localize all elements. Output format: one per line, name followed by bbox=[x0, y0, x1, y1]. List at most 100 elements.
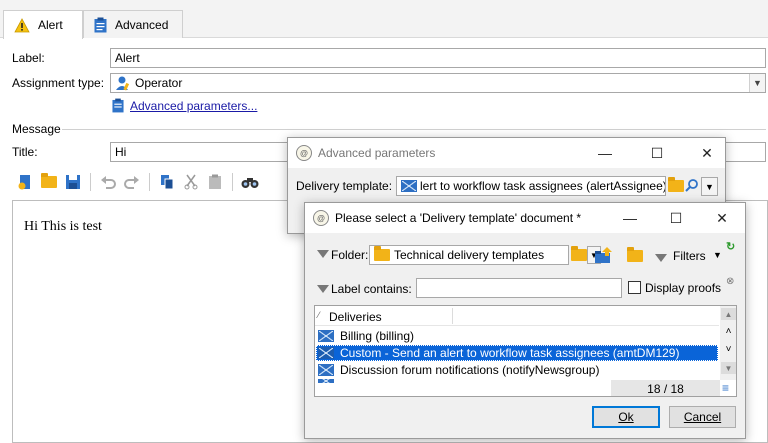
message-body-text: Hi This is test bbox=[24, 219, 102, 234]
message-section-label: Message bbox=[12, 122, 61, 136]
refresh-icon[interactable]: ↻ bbox=[726, 240, 735, 253]
folder-open-icon[interactable] bbox=[627, 247, 643, 265]
select-template-dialog: @ Please select a 'Delivery template' do… bbox=[304, 202, 746, 439]
filter-icon bbox=[655, 251, 667, 265]
folder-browse-icon[interactable] bbox=[571, 246, 587, 264]
chevron-down-icon[interactable]: ▼ bbox=[701, 177, 718, 196]
cancel-button[interactable]: Cancel bbox=[669, 406, 736, 428]
folder-label: Folder: bbox=[331, 248, 369, 262]
label-contains-label: Label contains: bbox=[331, 282, 412, 296]
clear-icon[interactable]: ⊗ bbox=[726, 276, 734, 287]
scroll-bottom-icon[interactable]: ▼ bbox=[721, 362, 736, 374]
list-menu-icon[interactable]: ≡ bbox=[722, 382, 729, 394]
ok-button-label: Ok bbox=[618, 410, 634, 424]
tab-advanced[interactable]: Advanced bbox=[83, 10, 183, 38]
toolbar-separator bbox=[149, 173, 150, 191]
cancel-button-label: Cancel bbox=[683, 410, 722, 424]
maximize-icon[interactable]: ☐ bbox=[659, 203, 693, 233]
cut-icon[interactable] bbox=[180, 171, 202, 193]
scroll-down-icon[interactable]: ˅ bbox=[720, 342, 736, 356]
display-proofs-label: Display proofs bbox=[645, 281, 722, 295]
folder-select-value: Technical delivery templates bbox=[394, 248, 545, 262]
label-input-value: Alert bbox=[115, 51, 140, 65]
operator-icon bbox=[116, 76, 130, 91]
mail-icon bbox=[318, 347, 334, 359]
search-icon[interactable] bbox=[685, 178, 699, 195]
close-icon[interactable]: ✕ bbox=[690, 138, 724, 168]
list-item-label: Discussion forum notifications (notifyNe… bbox=[340, 363, 600, 377]
sort-icon[interactable]: ⁄ bbox=[318, 310, 320, 320]
scroll-top-icon[interactable]: ▲ bbox=[721, 308, 736, 320]
ok-button[interactable]: Ok bbox=[592, 406, 660, 428]
advanced-parameters-title: Advanced parameters bbox=[318, 146, 436, 160]
mail-icon bbox=[318, 379, 334, 383]
advanced-parameters-link[interactable]: Advanced parameters... bbox=[130, 99, 257, 113]
clipboard-icon bbox=[94, 17, 107, 32]
close-icon[interactable]: ✕ bbox=[705, 203, 739, 233]
list-item[interactable]: Discussion forum notifications (notifyNe… bbox=[316, 362, 716, 378]
mail-icon bbox=[318, 330, 334, 342]
open-folder-icon[interactable] bbox=[38, 171, 60, 193]
new-document-icon[interactable] bbox=[14, 171, 36, 193]
paste-icon[interactable] bbox=[204, 171, 226, 193]
clipboard-icon bbox=[112, 98, 124, 113]
chevron-down-icon[interactable]: ▼ bbox=[713, 250, 722, 260]
advanced-parameters-titlebar: @ Advanced parameters — ☐ ✕ bbox=[288, 138, 725, 168]
list-item-selected[interactable]: Custom - Send an alert to workflow task … bbox=[316, 345, 718, 361]
record-count: 18 / 18 bbox=[611, 380, 720, 396]
tab-alert[interactable]: Alert bbox=[3, 10, 83, 39]
deliveries-list: ⁄ Deliveries Billing (billing) Custom - … bbox=[314, 305, 737, 397]
undo-icon[interactable] bbox=[97, 171, 119, 193]
tab-alert-label: Alert bbox=[38, 18, 63, 32]
vertical-scrollbar[interactable]: ▲ ˄ ˅ ▼ bbox=[720, 306, 736, 380]
filter-icon bbox=[317, 247, 329, 261]
title-input-value: Hi bbox=[115, 145, 127, 159]
record-count-value: 18 / 18 bbox=[647, 381, 684, 396]
label-field-label: Label: bbox=[12, 51, 45, 65]
filter-icon bbox=[317, 282, 329, 296]
list-item[interactable]: Billing (billing) bbox=[316, 328, 716, 344]
scroll-up-icon[interactable]: ˄ bbox=[720, 324, 736, 338]
delivery-template-input[interactable]: lert to workflow task assignees (alertAs… bbox=[396, 176, 666, 196]
maximize-icon[interactable]: ☐ bbox=[640, 138, 674, 168]
app-logo-icon: @ bbox=[313, 210, 329, 226]
editor-toolbar bbox=[14, 170, 261, 194]
copy-icon[interactable] bbox=[156, 171, 178, 193]
label-input[interactable]: Alert bbox=[110, 48, 766, 68]
list-item-label: Custom - Send an alert to workflow task … bbox=[340, 346, 680, 360]
delivery-template-label: Delivery template: bbox=[296, 179, 393, 193]
chevron-down-icon[interactable]: ▼ bbox=[749, 74, 765, 92]
folder-select[interactable]: Technical delivery templates bbox=[369, 245, 569, 265]
label-contains-input[interactable] bbox=[416, 278, 622, 298]
assignment-type-value: Operator bbox=[135, 76, 183, 90]
folder-up-icon[interactable] bbox=[595, 247, 613, 268]
advanced-parameters-link-wrap: Advanced parameters... bbox=[112, 98, 257, 113]
folder-icon[interactable] bbox=[668, 177, 684, 195]
assignment-type-select[interactable]: Operator ▼ bbox=[110, 73, 766, 93]
tab-advanced-label: Advanced bbox=[115, 17, 169, 32]
select-template-titlebar: @ Please select a 'Delivery template' do… bbox=[305, 203, 745, 233]
delivery-template-value: lert to workflow task assignees (alertAs… bbox=[420, 179, 666, 193]
toolbar-separator bbox=[232, 173, 233, 191]
minimize-icon[interactable]: — bbox=[588, 138, 622, 168]
redo-icon[interactable] bbox=[121, 171, 143, 193]
folder-icon bbox=[374, 246, 390, 261]
mail-icon bbox=[318, 364, 334, 376]
warning-icon bbox=[14, 17, 30, 32]
binoculars-icon[interactable] bbox=[239, 171, 261, 193]
message-divider bbox=[62, 129, 766, 130]
list-header: ⁄ Deliveries bbox=[315, 306, 719, 326]
select-template-title: Please select a 'Delivery template' docu… bbox=[335, 211, 582, 225]
display-proofs-checkbox[interactable] bbox=[628, 281, 641, 294]
minimize-icon[interactable]: — bbox=[613, 203, 647, 233]
save-icon[interactable] bbox=[62, 171, 84, 193]
title-field-label: Title: bbox=[12, 145, 38, 159]
mail-icon bbox=[401, 180, 417, 192]
deliveries-column-header[interactable]: Deliveries bbox=[329, 310, 382, 324]
list-item-label: Billing (billing) bbox=[340, 329, 415, 343]
tab-bar: Alert Advanced bbox=[0, 0, 768, 39]
app-logo-icon: @ bbox=[296, 145, 312, 161]
toolbar-separator bbox=[90, 173, 91, 191]
assignment-type-label: Assignment type: bbox=[12, 76, 105, 90]
filters-label[interactable]: Filters bbox=[673, 249, 706, 263]
